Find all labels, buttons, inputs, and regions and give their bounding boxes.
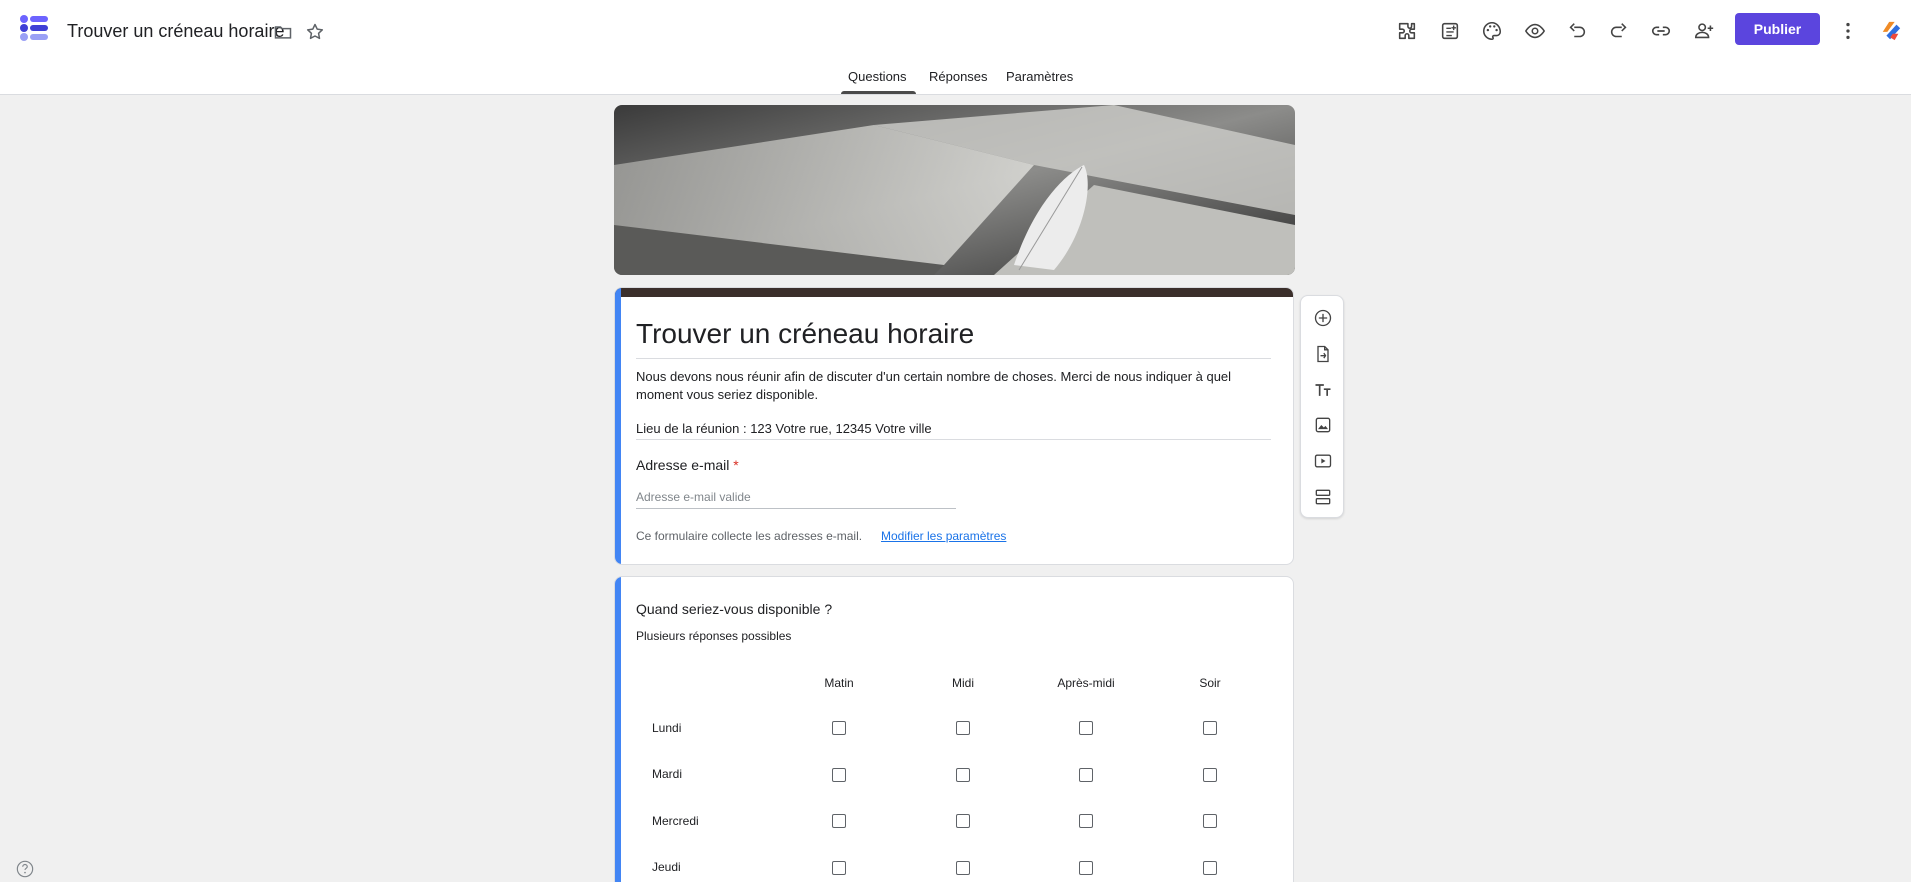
grid-checkbox[interactable] (832, 814, 846, 828)
grid-column-label: Matin (824, 676, 854, 690)
title-underline (636, 358, 1271, 359)
tab-settings[interactable]: Paramètres (1006, 69, 1073, 95)
undo-icon[interactable] (1562, 16, 1592, 46)
form-description[interactable]: Nous devons nous réunir afin de discuter… (636, 368, 1271, 404)
grid-row-label: Mardi (652, 767, 683, 781)
form-title[interactable]: Trouver un créneau horaire (636, 318, 974, 350)
redo-icon[interactable] (1604, 16, 1634, 46)
floating-toolbar (1300, 295, 1344, 518)
grid-checkbox[interactable] (1079, 861, 1093, 875)
form-header-image (614, 105, 1295, 275)
grid-row-label: Mercredi (652, 814, 699, 828)
form-title-card[interactable]: Trouver un créneau horaire Nous devons n… (614, 287, 1294, 565)
card-focus-accent (615, 288, 621, 564)
grid-row-label: Jeudi (652, 860, 681, 874)
card-theme-bar (615, 288, 1293, 297)
add-title-icon[interactable] (1311, 378, 1335, 402)
grid-column-label: Midi (951, 676, 974, 690)
email-label-text: Adresse e-mail (636, 457, 730, 473)
tab-bar: Questions Réponses Paramètres (0, 60, 1911, 95)
grid-checkbox[interactable] (1203, 768, 1217, 782)
add-collaborator-icon[interactable] (1689, 16, 1719, 46)
grid-checkbox[interactable] (832, 721, 846, 735)
grid-checkbox[interactable] (956, 814, 970, 828)
tab-responses[interactable]: Réponses (929, 69, 988, 95)
palette-icon[interactable] (1477, 16, 1507, 46)
form-location[interactable]: Lieu de la réunion : 123 Votre rue, 1234… (636, 421, 932, 436)
grid-checkbox[interactable] (1079, 768, 1093, 782)
description-underline (636, 439, 1271, 440)
grid-row-label: Lundi (652, 721, 682, 735)
quiz-settings-icon[interactable] (1435, 16, 1465, 46)
grid-checkbox[interactable] (1203, 814, 1217, 828)
question-description[interactable]: Plusieurs réponses possibles (636, 629, 791, 643)
card-focus-accent (615, 577, 621, 882)
question-card[interactable]: Quand seriez-vous disponible ? Plusieurs… (614, 576, 1294, 882)
preview-icon[interactable] (1520, 16, 1550, 46)
app-header: Trouver un créneau horaire Publier Quest… (0, 0, 1911, 95)
star-icon[interactable] (303, 20, 327, 44)
add-image-icon[interactable] (1311, 413, 1335, 437)
active-tab-indicator (841, 91, 916, 94)
publish-button[interactable]: Publier (1735, 13, 1820, 45)
grid-checkbox[interactable] (832, 861, 846, 875)
grid-column-label: Après-midi (1057, 676, 1115, 690)
link-icon[interactable] (1646, 16, 1676, 46)
email-label: Adresse e-mail * (636, 457, 739, 473)
email-field-underline (636, 508, 956, 509)
email-collection-note: Ce formulaire collecte les adresses e-ma… (636, 529, 863, 543)
grid-checkbox[interactable] (956, 861, 970, 875)
more-options-icon[interactable] (1833, 16, 1863, 46)
help-icon[interactable] (16, 860, 34, 878)
required-mark: * (733, 457, 739, 473)
forms-logo-icon[interactable] (18, 14, 50, 46)
email-field-placeholder: Adresse e-mail valide (636, 490, 751, 504)
grid-checkbox[interactable] (832, 768, 846, 782)
addons-icon[interactable] (1392, 16, 1422, 46)
add-section-icon[interactable] (1311, 485, 1335, 509)
grid-column-label: Soir (1199, 676, 1221, 690)
grid-checkbox[interactable] (1203, 721, 1217, 735)
account-avatar-icon[interactable] (1876, 16, 1906, 46)
question-title[interactable]: Quand seriez-vous disponible ? (636, 601, 832, 617)
document-title[interactable]: Trouver un créneau horaire (67, 20, 284, 42)
import-questions-icon[interactable] (1311, 342, 1335, 366)
modify-settings-link[interactable]: Modifier les paramètres (881, 529, 1006, 543)
add-question-icon[interactable] (1311, 306, 1335, 330)
grid-checkbox[interactable] (956, 768, 970, 782)
grid-checkbox[interactable] (1079, 721, 1093, 735)
folder-icon[interactable] (271, 20, 295, 44)
grid-checkbox[interactable] (1203, 861, 1217, 875)
grid-checkbox[interactable] (956, 721, 970, 735)
grid-checkbox[interactable] (1079, 814, 1093, 828)
add-video-icon[interactable] (1311, 449, 1335, 473)
